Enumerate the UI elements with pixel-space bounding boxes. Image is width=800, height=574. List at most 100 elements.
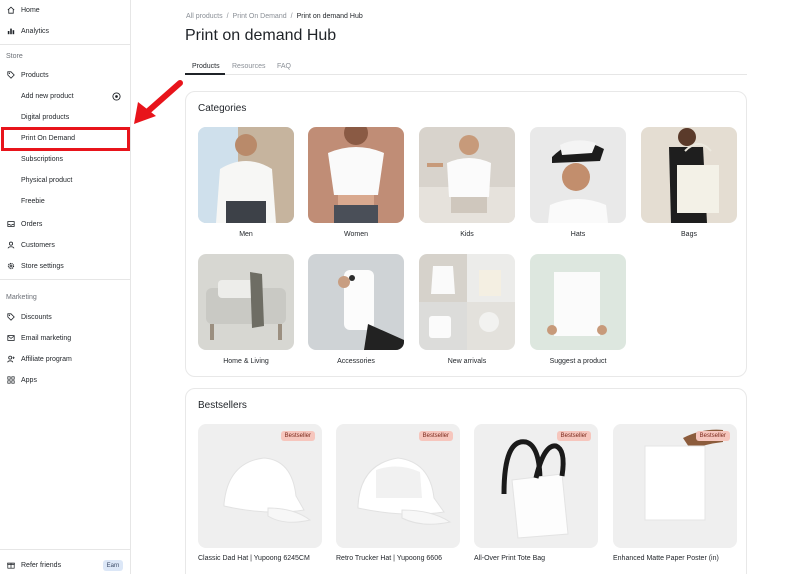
tab-resources[interactable]: Resources xyxy=(232,63,265,70)
sidebar-item-label: Apps xyxy=(21,376,37,384)
category-image xyxy=(308,127,404,223)
categories-title: Categories xyxy=(198,103,247,114)
category-label: Suggest a product xyxy=(549,358,607,365)
sidebar-item-label: Add new product xyxy=(21,92,74,100)
sidebar-item-label: Affiliate program xyxy=(21,355,72,363)
bestseller-badge: Bestseller xyxy=(418,431,453,441)
product-card[interactable]: Bestseller Retro Trucker Hat | Yupoong 6… xyxy=(336,424,460,562)
category-accessories[interactable]: Accessories xyxy=(308,254,404,365)
section-label-store: Store xyxy=(6,53,23,60)
category-label: Kids xyxy=(460,231,474,238)
category-hats[interactable]: Hats xyxy=(530,127,626,238)
product-card[interactable]: Bestseller Enhanced Matte Paper Poster (… xyxy=(613,424,737,562)
gift-icon xyxy=(7,561,15,569)
sidebar-item-discounts[interactable]: Discounts xyxy=(0,307,131,327)
sidebar-item-customers[interactable]: Customers xyxy=(0,235,131,255)
divider xyxy=(0,44,131,45)
bestsellers-card: Bestsellers Bestseller Classic Dad Hat |… xyxy=(185,388,747,574)
breadcrumb-separator: / xyxy=(290,13,293,20)
category-new-arrivals[interactable]: New arrivals xyxy=(419,254,515,365)
sidebar-item-label: Store settings xyxy=(21,262,64,270)
sidebar-item-freebie[interactable]: Freebie xyxy=(0,191,131,211)
category-image xyxy=(198,254,294,350)
sidebar-item-label: Home xyxy=(21,6,40,14)
category-label: Bags xyxy=(681,231,697,238)
gear-icon xyxy=(7,262,15,270)
breadcrumb-link[interactable]: Print On Demand xyxy=(233,13,287,20)
product-name: Retro Trucker Hat | Yupoong 6606 xyxy=(336,555,442,562)
discount-tag-icon xyxy=(7,313,15,321)
product-image: Bestseller xyxy=(613,424,737,548)
sidebar-item-home[interactable]: Home xyxy=(0,0,131,20)
page-title: Print on demand Hub xyxy=(185,27,337,44)
active-tab-indicator xyxy=(185,73,225,75)
breadcrumb-separator: / xyxy=(226,13,229,20)
product-card[interactable]: Bestseller All-Over Print Tote Bag xyxy=(474,424,598,562)
bestseller-badge: Bestseller xyxy=(695,431,730,441)
sidebar-item-digital-products[interactable]: Digital products xyxy=(0,107,131,127)
category-label: Home & Living xyxy=(223,358,269,365)
sidebar-item-affiliate-program[interactable]: Affiliate program xyxy=(0,349,131,369)
category-home-living[interactable]: Home & Living xyxy=(198,254,294,365)
tab-bar: Products Resources FAQ xyxy=(185,60,747,75)
category-label: New arrivals xyxy=(447,358,487,365)
category-women[interactable]: Women xyxy=(308,127,404,238)
divider xyxy=(0,279,131,280)
category-image xyxy=(530,254,626,350)
category-bags[interactable]: Bags xyxy=(641,127,737,238)
category-image xyxy=(641,127,737,223)
category-image xyxy=(419,127,515,223)
product-name: All-Over Print Tote Bag xyxy=(474,555,546,562)
bestsellers-title: Bestsellers xyxy=(198,400,247,411)
breadcrumb-current: Print on demand Hub xyxy=(296,13,363,20)
category-label: Men xyxy=(239,231,253,238)
divider xyxy=(0,549,131,550)
earn-badge[interactable]: Earn xyxy=(103,560,123,571)
sidebar-item-physical-product[interactable]: Physical product xyxy=(0,170,131,190)
sidebar-item-label: Orders xyxy=(21,220,43,228)
user-plus-icon xyxy=(7,355,15,363)
sidebar-item-orders[interactable]: Orders xyxy=(0,214,131,234)
breadcrumb: All products / Print On Demand / Print on de… xyxy=(186,13,363,20)
product-name: Enhanced Matte Paper Poster (in) xyxy=(613,555,719,562)
product-image: Bestseller xyxy=(198,424,322,548)
red-arrow-annotation xyxy=(134,80,183,124)
tab-products[interactable]: Products xyxy=(192,63,220,70)
sidebar-item-subscriptions[interactable]: Subscriptions xyxy=(0,149,131,169)
section-label-marketing: Marketing xyxy=(6,294,37,301)
category-image xyxy=(530,127,626,223)
sidebar-item-label: Discounts xyxy=(21,313,52,321)
category-suggest-a-product[interactable]: Suggest a product xyxy=(530,254,626,365)
product-name: Classic Dad Hat | Yupoong 6245CM xyxy=(198,555,310,562)
sidebar-item-store-settings[interactable]: Store settings xyxy=(0,256,131,276)
sidebar-item-label: Physical product xyxy=(21,176,73,184)
category-label: Women xyxy=(344,231,368,238)
category-image xyxy=(419,254,515,350)
product-image: Bestseller xyxy=(474,424,598,548)
sidebar-item-label: Customers xyxy=(21,241,55,249)
bar-chart-icon xyxy=(7,27,15,35)
breadcrumb-link[interactable]: All products xyxy=(186,13,223,20)
sidebar-item-apps[interactable]: Apps xyxy=(0,370,131,390)
sidebar-item-label: Digital products xyxy=(21,113,70,121)
sidebar-item-label: Freebie xyxy=(21,197,45,205)
category-kids[interactable]: Kids xyxy=(419,127,515,238)
bestseller-badge: Bestseller xyxy=(280,431,315,441)
sidebar-item-label: Products xyxy=(21,71,49,79)
category-label: Hats xyxy=(570,231,586,238)
tag-icon xyxy=(7,71,15,79)
sidebar-item-analytics[interactable]: Analytics xyxy=(0,21,131,41)
categories-card: Categories Men Women Kids Hats Bags Home… xyxy=(185,91,747,377)
mail-icon xyxy=(7,334,15,342)
grid-icon xyxy=(7,376,15,384)
sidebar-item-email-marketing[interactable]: Email marketing xyxy=(0,328,131,348)
product-card[interactable]: Bestseller Classic Dad Hat | Yupoong 624… xyxy=(198,424,322,562)
sidebar-item-products[interactable]: Products xyxy=(0,65,131,85)
tab-faq[interactable]: FAQ xyxy=(277,63,291,70)
product-image: Bestseller xyxy=(336,424,460,548)
highlight-box xyxy=(1,127,130,151)
category-men[interactable]: Men xyxy=(198,127,294,238)
category-image xyxy=(198,127,294,223)
add-circle-icon[interactable] xyxy=(112,92,121,101)
inbox-icon xyxy=(7,220,15,228)
